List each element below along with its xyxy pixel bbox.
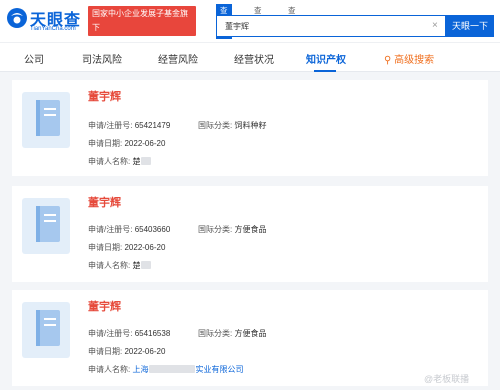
logo-subtext: TianYanCha.com xyxy=(30,26,76,32)
intl-class: 国际分类: 方便食品 xyxy=(198,329,267,338)
trademark-book-icon xyxy=(22,92,70,148)
advanced-search-link[interactable]: ⚲ 高级搜索 xyxy=(384,51,434,66)
applicant: 申请人名称: 楚 xyxy=(88,156,152,167)
applicant: 申请人名称: 楚 xyxy=(88,260,152,271)
top-header: 天眼查 TianYanCha.com 国家中小企业发展子基金旗下 官方备案企业征… xyxy=(0,0,500,46)
search-icon: ⚲ xyxy=(384,55,392,66)
trademark-title[interactable]: 董宇辉 xyxy=(88,88,121,104)
trademark-title[interactable]: 董宇辉 xyxy=(88,298,121,314)
reg-number: 申请/注册号: 65421479 xyxy=(88,121,171,130)
reg-number: 申请/注册号: 65416538 xyxy=(88,329,171,338)
promo-banner[interactable]: 国家中小企业发展子基金旗下 官方备案企业征信机构 xyxy=(88,6,196,46)
applicant-link[interactable]: 上海 实业有限公司 xyxy=(132,365,243,374)
search-box: × xyxy=(216,15,446,37)
active-tab-indicator xyxy=(314,70,336,72)
watermark: @老板联播 xyxy=(424,374,470,384)
category-nav: 公司 司法风险 经营风险 经营状况 知识产权 ⚲ 高级搜索 xyxy=(0,42,500,72)
trademark-title[interactable]: 董宇辉 xyxy=(88,194,121,210)
trademark-card[interactable]: 董宇辉 申请/注册号: 65416538 国际分类: 方便食品 申请日期: 20… xyxy=(12,290,488,386)
apply-date: 申请日期: 2022-06-20 xyxy=(88,139,166,148)
tab-company[interactable]: 公司 xyxy=(24,51,44,66)
tab-operating-status[interactable]: 经营状况 xyxy=(234,51,274,66)
tab-intellectual-property[interactable]: 知识产权 xyxy=(306,51,346,66)
trademark-book-icon xyxy=(22,198,70,254)
search-input[interactable] xyxy=(217,16,417,36)
apply-date: 申请日期: 2022-06-20 xyxy=(88,347,166,356)
trademark-book-icon xyxy=(22,302,70,358)
intl-class: 国际分类: 饲料种籽 xyxy=(198,121,267,130)
applicant: 申请人名称: 上海 实业有限公司 xyxy=(88,365,244,374)
reg-number: 申请/注册号: 65403660 xyxy=(88,225,171,234)
banner-line-1: 国家中小企业发展子基金旗下 xyxy=(92,9,188,32)
trademark-card[interactable]: 董宇辉 申请/注册号: 65403660 国际分类: 方便食品 申请日期: 20… xyxy=(12,186,488,282)
apply-date: 申请日期: 2022-06-20 xyxy=(88,243,166,252)
search-button[interactable]: 天眼一下 xyxy=(446,15,494,37)
logo-mark-icon xyxy=(7,8,27,28)
tab-judicial-risk[interactable]: 司法风险 xyxy=(82,51,122,66)
trademark-card[interactable]: 董宇辉 申请/注册号: 65421479 国际分类: 饲料种籽 申请日期: 20… xyxy=(12,80,488,176)
logo[interactable]: 天眼查 TianYanCha.com xyxy=(6,5,86,37)
tab-operating-risk[interactable]: 经营风险 xyxy=(158,51,198,66)
advanced-search-label: 高级搜索 xyxy=(394,55,435,66)
clear-icon[interactable]: × xyxy=(432,20,438,31)
intl-class: 国际分类: 方便食品 xyxy=(198,225,267,234)
